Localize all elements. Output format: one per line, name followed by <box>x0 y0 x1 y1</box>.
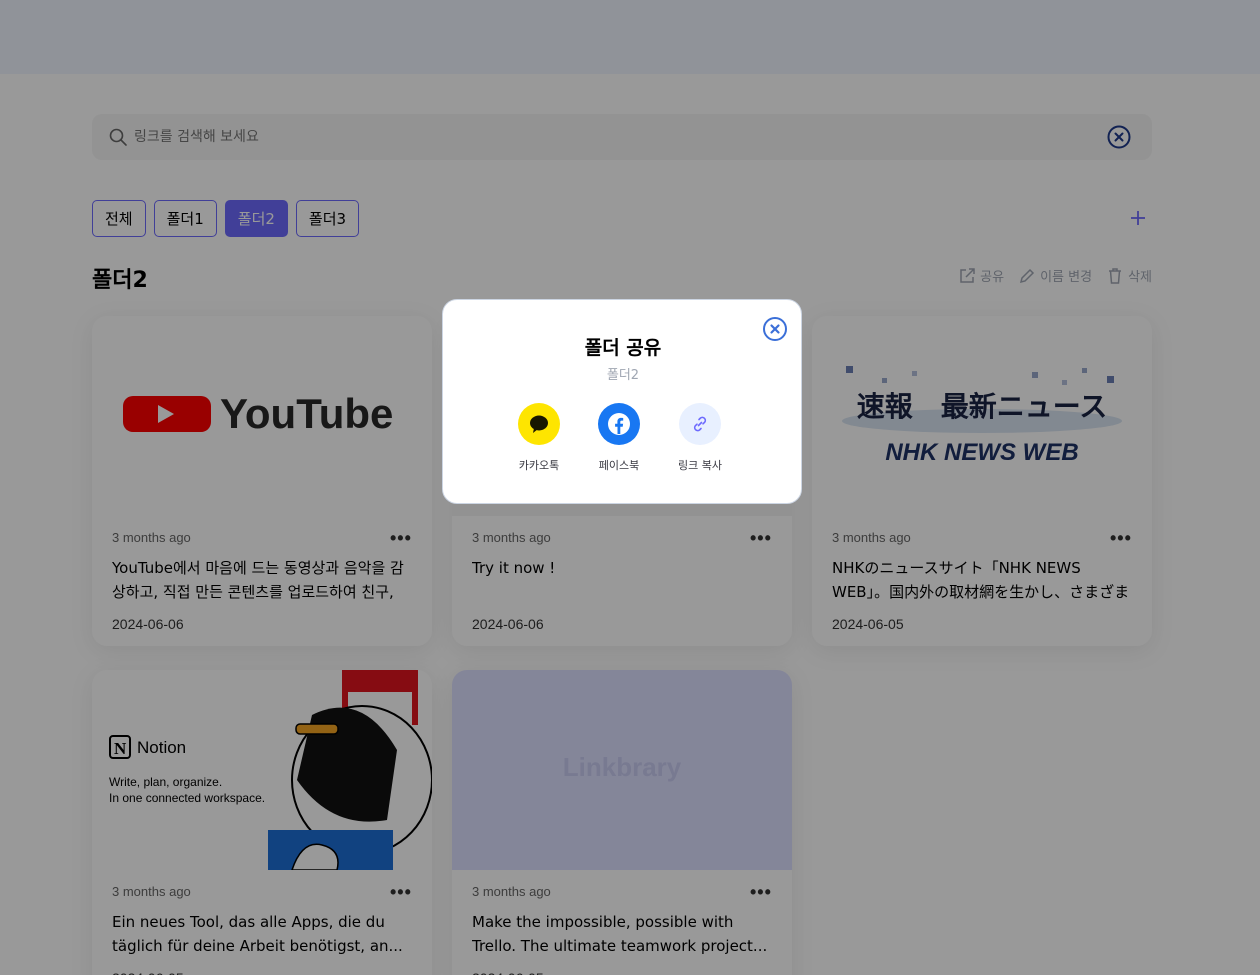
share-kakao-button[interactable]: 카카오톡 <box>499 403 579 473</box>
kakao-icon <box>518 403 560 445</box>
modal-title: 폴더 공유 <box>584 337 662 359</box>
kakao-label: 카카오톡 <box>518 459 560 472</box>
copy-link-label: 링크 복사 <box>678 459 722 472</box>
copy-link-button[interactable]: 링크 복사 <box>660 403 740 473</box>
share-facebook-button[interactable]: 페이스북 <box>579 403 659 473</box>
facebook-label: 페이스북 <box>598 459 640 472</box>
modal-subtitle: 폴더2 <box>606 368 640 383</box>
share-folder-modal: 폴더 공유 폴더2 카카오톡 페이스북 링크 복사 <box>442 299 802 504</box>
link-icon <box>679 403 721 445</box>
facebook-icon <box>598 403 640 445</box>
